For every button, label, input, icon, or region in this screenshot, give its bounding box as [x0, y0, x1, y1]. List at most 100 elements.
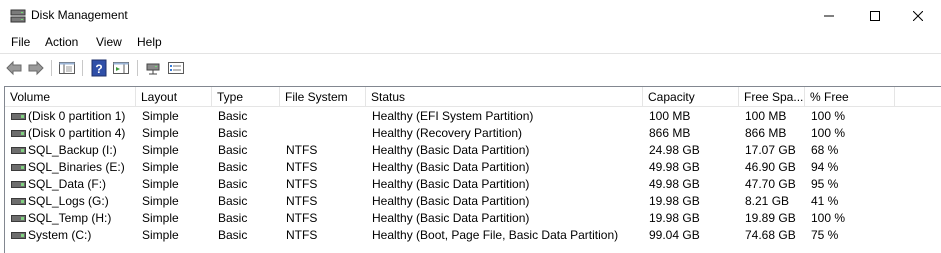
help-icon[interactable]: ? — [90, 59, 108, 77]
cell-type: Basic — [218, 211, 248, 225]
back-icon[interactable] — [5, 59, 23, 77]
cell-free-space: 17.07 GB — [745, 143, 796, 157]
column-header-free-space[interactable]: Free Spa... — [739, 87, 805, 107]
cell-status: Healthy (Basic Data Partition) — [372, 143, 530, 157]
show-hide-console-tree-icon[interactable] — [58, 59, 76, 77]
cell-free-space: 19.89 GB — [745, 211, 796, 225]
cell-capacity: 19.98 GB — [649, 194, 700, 208]
column-header-percent-free[interactable]: % Free — [805, 87, 895, 107]
minimize-button[interactable] — [806, 0, 852, 31]
cell-type: Basic — [218, 177, 248, 191]
volume-row[interactable]: System (C:) Simple Basic NTFS Healthy (Boot,… — [5, 227, 941, 244]
cell-volume: System (C:) — [28, 228, 92, 242]
cell-file-system — [286, 125, 366, 142]
column-header-file-system[interactable]: File System — [280, 87, 366, 107]
connect-icon[interactable] — [144, 59, 162, 77]
cell-volume: (Disk 0 partition 1) — [28, 109, 126, 123]
cell-status: Healthy (Basic Data Partition) — [372, 160, 530, 174]
volume-row[interactable]: SQL_Data (F:) Simple Basic NTFS Healthy (Bas… — [5, 176, 941, 193]
cell-free-space: 46.90 GB — [745, 160, 796, 174]
cell-type: Basic — [218, 160, 248, 174]
cell-type: Basic — [218, 228, 248, 242]
cell-volume: SQL_Binaries (E:) — [28, 160, 125, 174]
cell-layout: Simple — [142, 126, 179, 140]
cell-volume: SQL_Backup (I:) — [28, 143, 117, 157]
column-header-status[interactable]: Status — [366, 87, 643, 107]
cell-free-space: 47.70 GB — [745, 177, 796, 191]
menu-help[interactable]: Help — [137, 35, 162, 49]
close-button[interactable] — [895, 0, 941, 31]
cell-capacity: 24.98 GB — [649, 143, 700, 157]
disk-management-app-icon — [10, 9, 26, 23]
cell-percent-free: 41 % — [811, 194, 839, 208]
cell-status: Healthy (Recovery Partition) — [372, 126, 523, 140]
cell-status: Healthy (Basic Data Partition) — [372, 211, 530, 225]
cell-type: Basic — [218, 194, 248, 208]
cell-file-system: NTFS — [286, 177, 318, 191]
cell-file-system: NTFS — [286, 211, 318, 225]
cell-status: Healthy (Basic Data Partition) — [372, 177, 530, 191]
column-header-capacity[interactable]: Capacity — [643, 87, 739, 107]
cell-status: Healthy (Basic Data Partition) — [372, 194, 530, 208]
cell-layout: Simple — [142, 109, 179, 123]
cell-capacity: 99.04 GB — [649, 228, 700, 242]
maximize-button[interactable] — [852, 0, 898, 31]
cell-layout: Simple — [142, 143, 179, 157]
close-icon — [913, 10, 923, 21]
cell-capacity: 49.98 GB — [649, 160, 700, 174]
volume-list[interactable]: Volume Layout Type File System Status Ca… — [4, 86, 941, 253]
cell-layout: Simple — [142, 211, 179, 225]
volume-icon — [11, 147, 26, 154]
menu-bar: File Action View Help — [0, 31, 941, 53]
properties-icon[interactable] — [167, 59, 185, 77]
volume-row[interactable]: SQL_Logs (G:) Simple Basic NTFS Healthy (Bas… — [5, 193, 941, 210]
cell-percent-free: 100 % — [811, 109, 846, 123]
column-header-empty — [895, 87, 941, 107]
toolbar: ? — [0, 53, 941, 82]
cell-volume: SQL_Temp (H:) — [28, 211, 112, 225]
cell-file-system: NTFS — [286, 160, 318, 174]
cell-volume: SQL_Data (F:) — [28, 177, 107, 191]
cell-layout: Simple — [142, 194, 179, 208]
cell-free-space: 74.68 GB — [745, 228, 796, 242]
cell-layout: Simple — [142, 177, 179, 191]
column-header-type[interactable]: Type — [212, 87, 280, 107]
volume-row[interactable]: SQL_Temp (H:) Simple Basic NTFS Healthy (Bas… — [5, 210, 941, 227]
cell-layout: Simple — [142, 160, 179, 174]
title-bar: Disk Management — [0, 0, 941, 31]
cell-free-space: 866 MB — [745, 126, 787, 140]
svg-text:?: ? — [95, 62, 102, 76]
volume-row[interactable]: SQL_Backup (I:) Simple Basic NTFS Healthy (B… — [5, 142, 941, 159]
cell-free-space: 8.21 GB — [745, 194, 790, 208]
minimize-icon — [824, 15, 834, 16]
cell-volume: SQL_Logs (G:) — [28, 194, 109, 208]
cell-file-system: NTFS — [286, 228, 318, 242]
forward-icon[interactable] — [27, 59, 45, 77]
volume-row[interactable]: SQL_Binaries (E:) Simple Basic NTFS Healthy … — [5, 159, 941, 176]
volume-icon — [11, 164, 26, 171]
cell-capacity: 19.98 GB — [649, 211, 700, 225]
volume-row[interactable]: (Disk 0 partition 1) Simple Basic Healthy (… — [5, 108, 941, 125]
volume-icon — [11, 130, 26, 137]
cell-percent-free: 68 % — [811, 143, 839, 157]
cell-status: Healthy (EFI System Partition) — [372, 109, 534, 123]
column-header-volume[interactable]: Volume — [5, 87, 136, 107]
toolbar-separator — [82, 60, 83, 76]
toolbar-separator — [137, 60, 138, 76]
cell-layout: Simple — [142, 228, 179, 242]
cell-capacity: 100 MB — [649, 109, 691, 123]
column-header-layout[interactable]: Layout — [136, 87, 212, 107]
menu-view[interactable]: View — [96, 35, 122, 49]
volume-row[interactable]: (Disk 0 partition 4) Simple Basic Healthy (… — [5, 125, 941, 142]
volume-icon — [11, 232, 26, 239]
maximize-icon — [870, 10, 880, 21]
cell-file-system — [286, 108, 366, 125]
cell-percent-free: 100 % — [811, 126, 846, 140]
cell-capacity: 49.98 GB — [649, 177, 700, 191]
menu-action[interactable]: Action — [45, 35, 78, 49]
cell-capacity: 866 MB — [649, 126, 691, 140]
cell-free-space: 100 MB — [745, 109, 787, 123]
cell-volume: (Disk 0 partition 4) — [28, 126, 126, 140]
show-hide-action-pane-icon[interactable] — [112, 59, 130, 77]
menu-file[interactable]: File — [11, 35, 30, 49]
